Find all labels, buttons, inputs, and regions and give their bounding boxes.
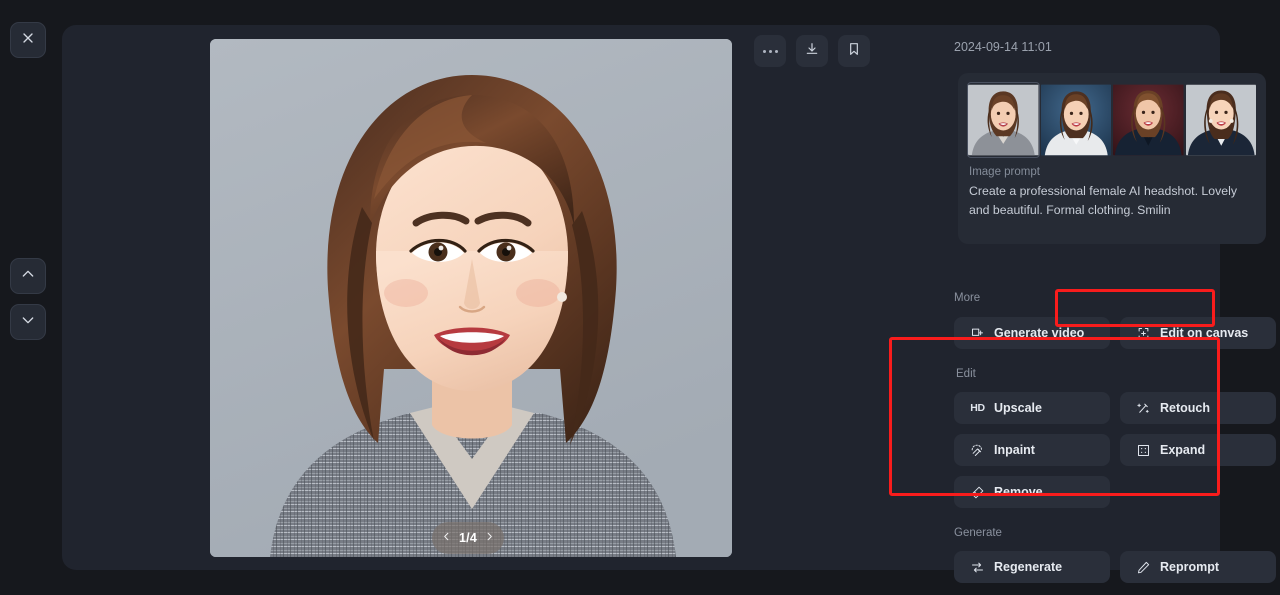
download-button[interactable] (796, 35, 828, 67)
edit-row-1: HD Upscale Retouch (954, 392, 1276, 424)
section-label-edit: Edit (956, 368, 976, 380)
thumbnail-variation-1[interactable] (967, 82, 1040, 158)
edit-row-2: Inpaint Expand (954, 434, 1276, 466)
image-stage: 1/4 (62, 25, 942, 570)
prompt-label: Image prompt (969, 166, 1040, 178)
image-detail-viewer: 1/4 2024-09-14 11:01 Image prompt Create… (0, 0, 1280, 595)
edit-on-canvas-button[interactable]: Edit on canvas (1120, 317, 1276, 349)
chevron-left-icon[interactable] (441, 529, 452, 547)
download-icon (804, 41, 820, 62)
edit-actions-grid: HD Upscale Retouch Inpaint Expand Remove (954, 392, 1276, 508)
thumbnail-strip (967, 82, 1256, 158)
detail-panel: 1/4 2024-09-14 11:01 Image prompt Create… (62, 25, 1276, 583)
thumbnail-variation-4[interactable] (1185, 83, 1256, 157)
eraser-icon (970, 485, 985, 500)
regenerate-button[interactable]: Regenerate (954, 551, 1110, 583)
image-pagination[interactable]: 1/4 (432, 522, 504, 554)
bookmark-button[interactable] (838, 35, 870, 67)
section-label-more: More (954, 292, 981, 304)
retouch-label: Retouch (1160, 401, 1210, 415)
chevron-down-icon (20, 312, 36, 333)
prompt-card: Image prompt Create a professional femal… (958, 73, 1266, 244)
video-frame-icon (970, 326, 985, 341)
edit-on-canvas-label: Edit on canvas (1160, 326, 1249, 340)
main-image[interactable] (210, 39, 732, 557)
close-button[interactable] (10, 22, 46, 58)
refresh-arrows-icon (970, 560, 985, 575)
expand-button[interactable]: Expand (1120, 434, 1276, 466)
retouch-button[interactable]: Retouch (1120, 392, 1276, 424)
pencil-icon (1136, 560, 1151, 575)
inpaint-button[interactable]: Inpaint (954, 434, 1110, 466)
canvas-crop-icon (1136, 326, 1151, 341)
chevron-right-icon[interactable] (484, 529, 495, 547)
previous-image-button[interactable] (10, 258, 46, 294)
next-image-button[interactable] (10, 304, 46, 340)
hd-icon: HD (970, 402, 985, 414)
upscale-button[interactable]: HD Upscale (954, 392, 1110, 424)
inpaint-brush-icon (970, 443, 985, 458)
inpaint-label: Inpaint (994, 443, 1035, 457)
section-label-generate: Generate (954, 527, 1002, 539)
close-icon (20, 30, 36, 51)
more-options-icon (762, 49, 778, 53)
generate-video-button[interactable]: Generate video (954, 317, 1110, 349)
expand-square-icon (1136, 443, 1151, 458)
thumbnail-variation-2[interactable] (1040, 83, 1111, 157)
magic-wand-icon (1136, 401, 1151, 416)
remove-label: Remove (994, 485, 1043, 499)
thumbnail-variation-3[interactable] (1113, 83, 1184, 157)
regenerate-label: Regenerate (994, 560, 1063, 574)
upscale-label: Upscale (994, 401, 1042, 415)
more-actions-row: Generate video Edit on canvas (954, 317, 1276, 349)
generate-video-label: Generate video (994, 326, 1085, 340)
reprompt-button[interactable]: Reprompt (1120, 551, 1276, 583)
more-options-button[interactable] (754, 35, 786, 67)
bookmark-icon (846, 41, 862, 62)
image-toolbar (754, 35, 870, 67)
remove-button[interactable]: Remove (954, 476, 1110, 508)
pagination-label: 1/4 (459, 531, 477, 545)
edit-row-3: Remove (954, 476, 1276, 508)
expand-label: Expand (1160, 443, 1206, 457)
prompt-text: Create a professional female AI headshot… (969, 184, 1237, 217)
generation-timestamp: 2024-09-14 11:01 (954, 40, 1052, 54)
details-sidebar: 2024-09-14 11:01 Image prompt Create a p… (892, 25, 1276, 583)
reprompt-label: Reprompt (1160, 560, 1220, 574)
chevron-up-icon (20, 266, 36, 287)
generate-actions-row: Regenerate Reprompt (954, 551, 1276, 583)
